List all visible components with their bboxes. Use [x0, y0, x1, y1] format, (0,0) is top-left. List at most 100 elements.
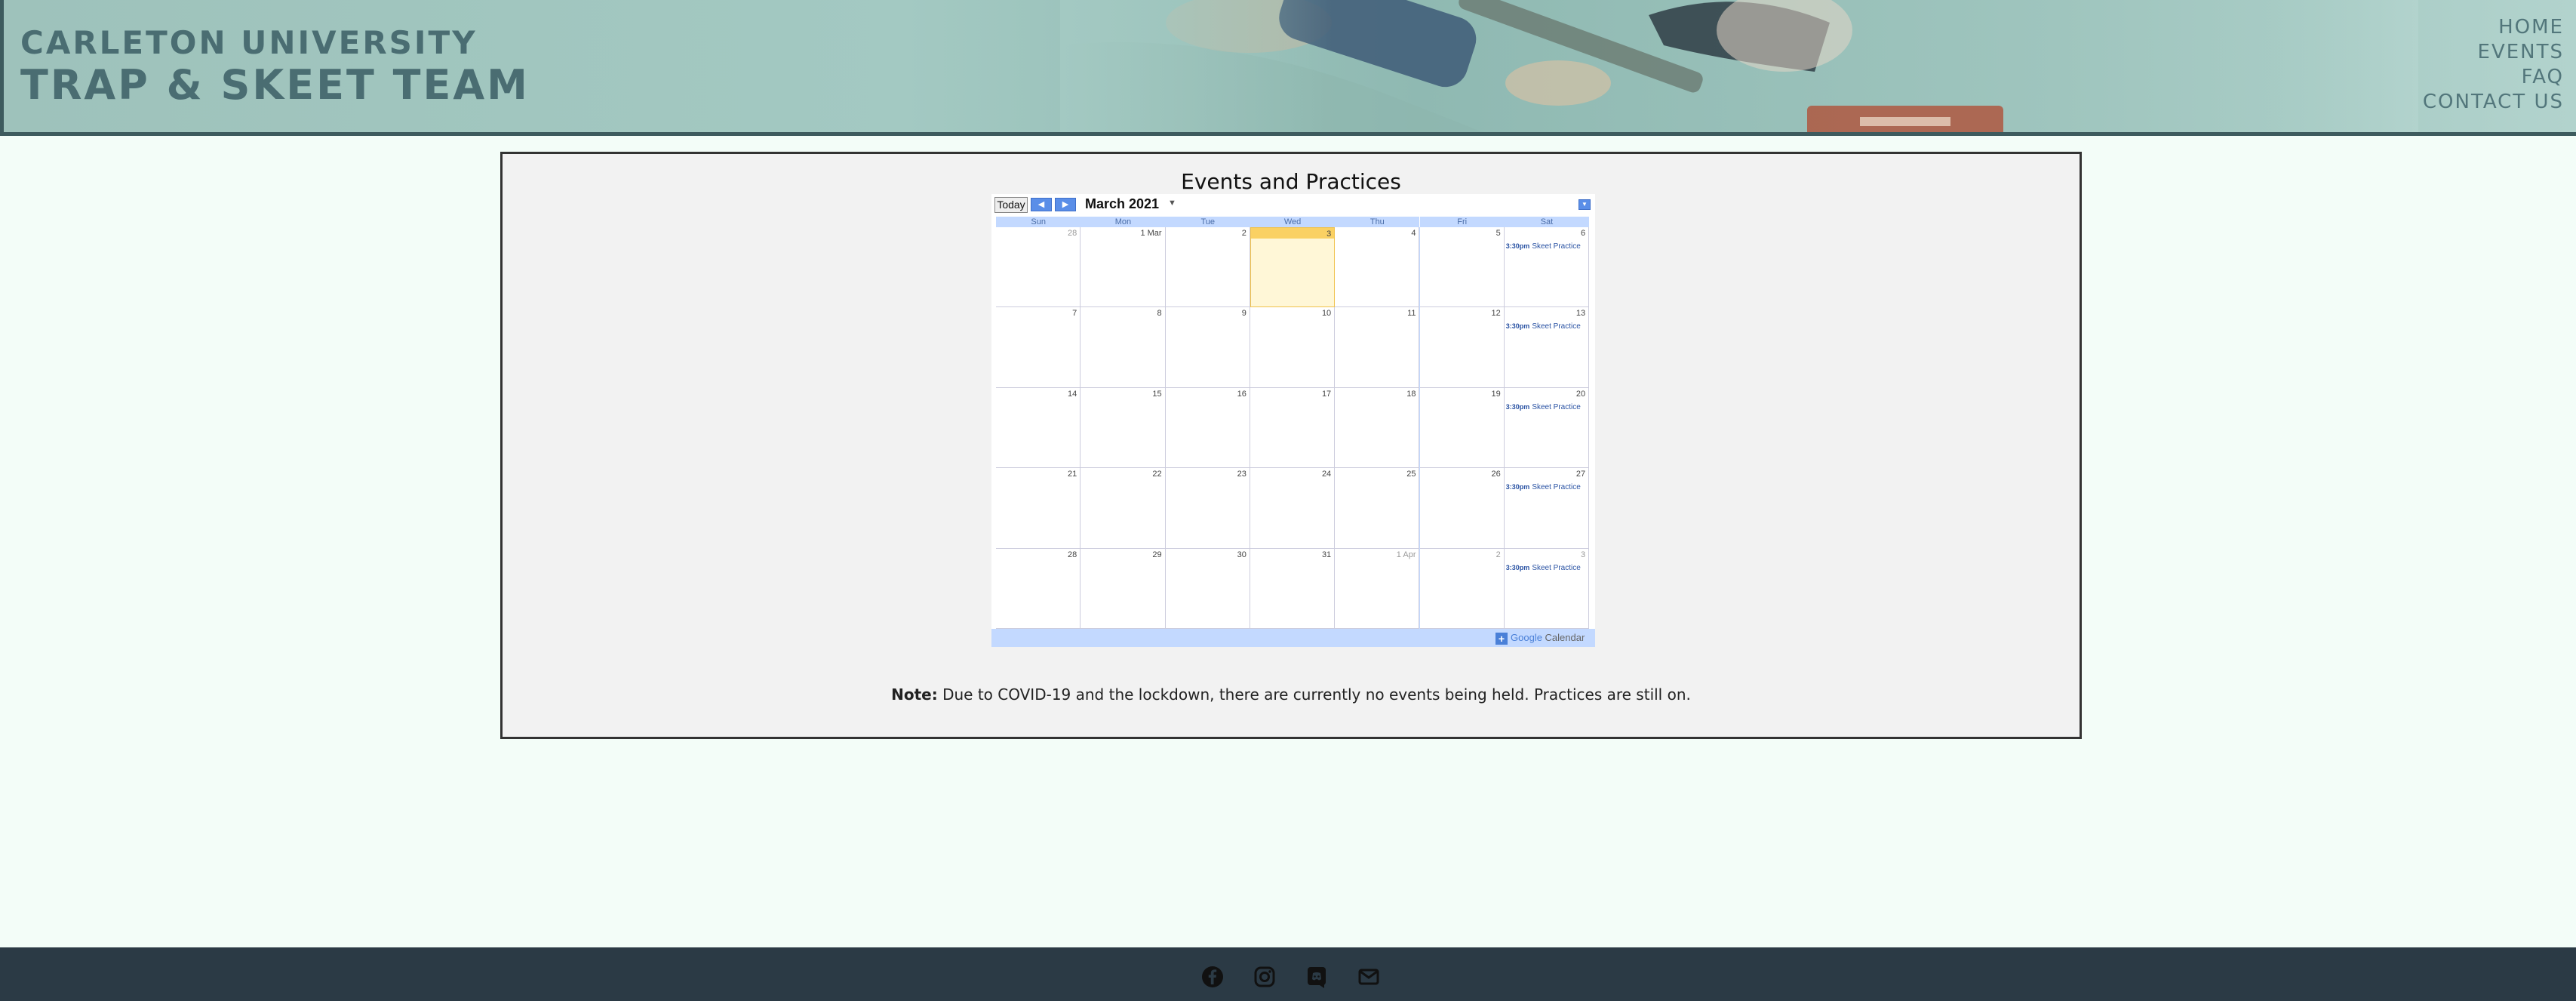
prev-month-button[interactable]: ◀: [1031, 198, 1052, 211]
day-number: 17: [1321, 389, 1332, 399]
nav-faq-link[interactable]: FAQ: [2423, 65, 2564, 90]
calendar-day-cell[interactable]: 5: [1419, 227, 1505, 308]
site-header: CARLETON UNIVERSITY TRAP & SKEET TEAM HO…: [0, 0, 2576, 136]
calendar-event[interactable]: 3:30pm Skeet Practice: [1506, 403, 1588, 411]
calendar-event[interactable]: 3:30pm Skeet Practice: [1506, 483, 1588, 491]
nav-contact-link[interactable]: CONTACT US: [2423, 90, 2564, 115]
calendar-day-cell[interactable]: 2: [1419, 548, 1505, 629]
month-label[interactable]: March 2021: [1085, 196, 1159, 212]
day-number: 28: [1068, 550, 1077, 559]
weekday-header: Thu: [1335, 217, 1420, 227]
day-number: 3: [1580, 550, 1586, 559]
calendar-day-cell[interactable]: 20 3:30pm Skeet Practice: [1504, 387, 1590, 469]
day-number: 2: [1241, 229, 1247, 238]
mail-icon[interactable]: [1355, 963, 1382, 990]
calendar-day-cell[interactable]: 16: [1165, 387, 1250, 469]
calendar-day-cell[interactable]: 14: [996, 387, 1081, 469]
instagram-icon[interactable]: [1251, 963, 1278, 990]
day-number: 18: [1406, 389, 1416, 399]
calendar-day-cell[interactable]: 3 3:30pm Skeet Practice: [1504, 548, 1590, 629]
calendar-options-icon[interactable]: ▼: [1578, 199, 1591, 210]
calendar-day-cell[interactable]: 8: [1081, 307, 1166, 388]
calendar-day-cell[interactable]: 13 3:30pm Skeet Practice: [1504, 307, 1590, 388]
day-number: 15: [1152, 389, 1162, 399]
calendar-day-cell[interactable]: 17: [1250, 387, 1336, 469]
event-time: 3:30pm: [1505, 483, 1530, 491]
day-number: 22: [1152, 470, 1162, 479]
calendar-day-cell[interactable]: 1 Mar: [1081, 227, 1166, 308]
calendar-day-cell[interactable]: 12: [1419, 307, 1505, 388]
day-number: 28: [1068, 229, 1077, 238]
calendar-day-cell[interactable]: 28: [996, 227, 1081, 308]
calendar-day-cell[interactable]: 10: [1250, 307, 1336, 388]
day-number: 1 Mar: [1140, 229, 1162, 238]
note-label: Note:: [891, 685, 938, 704]
day-number: 29: [1152, 550, 1162, 559]
calendar-day-cell[interactable]: 11: [1335, 307, 1420, 388]
calendar-day-cell[interactable]: 7: [996, 307, 1081, 388]
calendar-grid: 28 1 Mar 2 3 4 5 6 3:30pm Skeet Practice 7 8 9 10 11 1…: [996, 227, 1590, 629]
calendar-toolbar: Today ◀ ▶ March 2021 ▼ ▼: [991, 194, 1595, 215]
calendar-day-cell[interactable]: 26: [1419, 468, 1505, 549]
calendar-day-cell[interactable]: 18: [1335, 387, 1420, 469]
calendar-day-cell[interactable]: 4: [1335, 227, 1420, 308]
calendar-day-cell[interactable]: 28: [996, 548, 1081, 629]
add-to-google-calendar-button[interactable]: +: [1495, 633, 1508, 645]
page-title: Events and Practices: [1181, 169, 1401, 194]
calendar-day-cell[interactable]: 25: [1335, 468, 1420, 549]
calendar-day-cell[interactable]: 6 3:30pm Skeet Practice: [1504, 227, 1590, 308]
site-footer: [0, 947, 2576, 1001]
calendar-day-cell[interactable]: 31: [1250, 548, 1336, 629]
calendar-day-cell[interactable]: 30: [1165, 548, 1250, 629]
day-number: 11: [1407, 309, 1416, 319]
day-number: 10: [1321, 309, 1332, 319]
calendar-day-cell[interactable]: 23: [1165, 468, 1250, 549]
day-number: 30: [1237, 550, 1247, 559]
events-panel: Events and Practices Today ◀ ▶ March 202…: [500, 152, 2082, 739]
brand-line-1: CARLETON UNIVERSITY: [20, 24, 478, 61]
day-number: 25: [1406, 470, 1416, 479]
weekday-header: Fri: [1419, 217, 1505, 227]
event-time: 3:30pm: [1505, 322, 1530, 331]
nav-events-link[interactable]: EVENTS: [2423, 40, 2564, 65]
day-number: 9: [1241, 309, 1247, 319]
header-photo: [1060, 0, 2418, 132]
note-text: Due to COVID-19 and the lockdown, there …: [937, 685, 1691, 704]
facebook-icon[interactable]: [1199, 963, 1226, 990]
day-number: 14: [1068, 389, 1077, 399]
calendar-event[interactable]: 3:30pm Skeet Practice: [1506, 322, 1588, 331]
google-logo-text: Google: [1511, 632, 1542, 643]
day-number: 2: [1495, 550, 1501, 559]
calendar-day-cell[interactable]: 15: [1081, 387, 1166, 469]
chevron-down-icon[interactable]: ▼: [1168, 199, 1176, 208]
nav-home-link[interactable]: HOME: [2423, 15, 2564, 40]
day-number: 4: [1411, 229, 1416, 238]
calendar-event[interactable]: 3:30pm Skeet Practice: [1506, 564, 1588, 572]
day-number: 31: [1321, 550, 1332, 559]
site-brand[interactable]: CARLETON UNIVERSITY TRAP & SKEET TEAM: [20, 24, 530, 109]
next-month-button[interactable]: ▶: [1055, 198, 1076, 211]
calendar-logo-text: Calendar: [1545, 632, 1585, 643]
day-number: 16: [1237, 389, 1247, 399]
calendar-day-cell[interactable]: 21: [996, 468, 1081, 549]
calendar-day-cell[interactable]: 9: [1165, 307, 1250, 388]
weekday-header: Mon: [1081, 217, 1166, 227]
weekday-header: Sat: [1504, 217, 1590, 227]
google-calendar-logo: Google Calendar: [1511, 632, 1585, 643]
day-number: 23: [1237, 470, 1247, 479]
calendar-day-cell[interactable]: 19: [1419, 387, 1505, 469]
today-button[interactable]: Today: [994, 197, 1028, 213]
calendar-day-cell[interactable]: 24: [1250, 468, 1336, 549]
discord-icon[interactable]: [1303, 963, 1330, 990]
calendar-event[interactable]: 3:30pm Skeet Practice: [1506, 242, 1588, 251]
calendar-day-cell[interactable]: 3: [1250, 227, 1336, 308]
event-time: 3:30pm: [1505, 242, 1530, 250]
day-number: 7: [1072, 309, 1077, 319]
calendar-day-cell[interactable]: 2: [1165, 227, 1250, 308]
calendar-day-cell[interactable]: 27 3:30pm Skeet Practice: [1504, 468, 1590, 549]
calendar-day-cell[interactable]: 22: [1081, 468, 1166, 549]
day-number: 19: [1491, 389, 1501, 399]
calendar-day-cell[interactable]: 1 Apr: [1335, 548, 1420, 629]
calendar-day-cell[interactable]: 29: [1081, 548, 1166, 629]
event-title: Skeet Practice: [1532, 402, 1581, 411]
